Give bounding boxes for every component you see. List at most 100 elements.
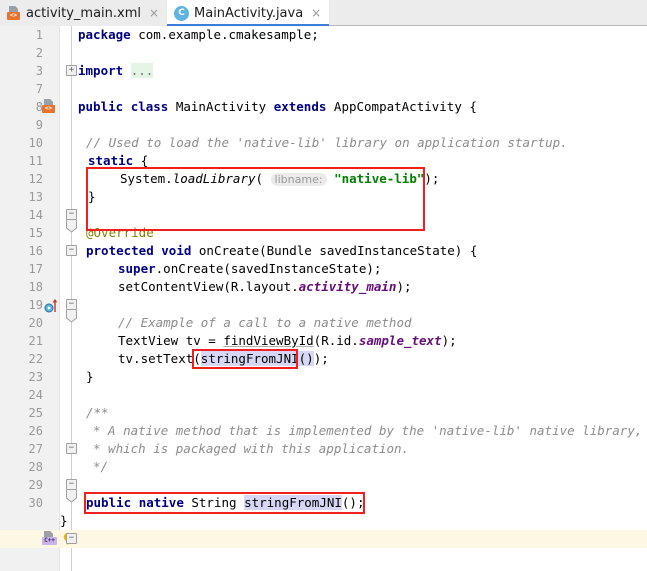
line-number: 21	[28, 334, 43, 348]
code-line-12[interactable]: System.loadLibrary( libname: "native-lib…	[120, 170, 439, 188]
fold-collapse-icon-javadoc[interactable]: −	[66, 479, 77, 490]
code-line-30[interactable]: }	[60, 512, 68, 530]
keyword-import: import	[78, 63, 124, 78]
settext-prefix: tv.setText(	[118, 351, 201, 366]
fold-collapse-icon-static-end[interactable]: −	[66, 245, 77, 256]
code-line-16[interactable]: protected void onCreate(Bundle savedInst…	[86, 242, 477, 260]
line-number	[0, 530, 43, 548]
code-line-18[interactable]: setContentView(R.layout.activity_main);	[118, 278, 412, 296]
paren-semicolon: );	[441, 333, 457, 348]
code-line-27[interactable]: * which is packaged with this applicatio…	[93, 440, 409, 458]
line-number: 15	[28, 226, 43, 240]
line-number	[0, 548, 43, 566]
fold-collapse-icon-static[interactable]: −	[66, 209, 77, 220]
oncreate-signature: onCreate(Bundle savedInstanceState) {	[198, 243, 478, 258]
code-line-13[interactable]: }	[88, 188, 96, 206]
super-oncreate-call: .onCreate(savedInstanceState);	[155, 261, 382, 276]
tab-mainactivity-java[interactable]: C MainActivity.java ×	[167, 0, 330, 26]
paren-open: (	[255, 171, 264, 186]
cpp-file-marker-icon[interactable]: C++	[42, 531, 58, 547]
code-line-10[interactable]: // Used to load the 'native-lib' library…	[86, 134, 568, 152]
r-id-prefix: (R.id.	[313, 333, 359, 348]
fold-expand-icon[interactable]: +	[66, 65, 77, 76]
xml-file-icon: <>	[7, 6, 21, 20]
code-line-29[interactable]: public native String stringFromJNI();	[86, 494, 364, 512]
stringfromjni-call[interactable]: stringFromJNI()	[200, 351, 314, 366]
code-line-20[interactable]: // Example of a call to a native method	[118, 314, 412, 332]
code-line-22[interactable]: tv.setText(stringFromJNI());	[118, 350, 329, 368]
line-number: 16	[28, 244, 43, 258]
line-number: 14	[28, 208, 43, 222]
brace-close: }	[88, 189, 96, 204]
code-line-3[interactable]: import ...	[78, 62, 154, 80]
code-line-17[interactable]: super.onCreate(savedInstanceState);	[118, 260, 381, 278]
code-line-21[interactable]: TextView tv = findViewById(R.id.sample_t…	[118, 332, 457, 350]
keyword-package: package	[78, 27, 131, 42]
line-number: 19	[28, 298, 43, 312]
line-number: 22	[28, 352, 43, 366]
line-number: 18	[28, 280, 43, 294]
declaration-semicolon: ();	[341, 495, 365, 510]
close-icon[interactable]: ×	[148, 7, 160, 19]
code-line-26[interactable]: * A native method that is implemented by…	[93, 422, 642, 440]
line-number: 8	[35, 100, 43, 114]
paren-semicolon: );	[396, 279, 412, 294]
code-editor[interactable]: 1 2 3 7 8 9 10 11 12 13 14 15 16 17 18 1…	[0, 26, 647, 571]
xml-file-marker-icon[interactable]: <>	[42, 99, 58, 115]
fold-collapse-icon-javadoc-end[interactable]: −	[66, 533, 77, 544]
string-native-lib: "native-lib"	[334, 171, 425, 186]
loadlibrary-method: loadLibrary	[172, 171, 256, 186]
code-line-1[interactable]: package com.example.cmakesample;	[78, 26, 319, 44]
line-number: 7	[35, 82, 43, 96]
code-line-23[interactable]: }	[86, 368, 94, 386]
textview-declaration: TextView tv =	[118, 333, 224, 348]
javadoc-line-1: * A native method that is implemented by…	[93, 423, 643, 438]
code-line-11[interactable]: static {	[88, 152, 148, 170]
comment-example-call: // Example of a call to a native method	[118, 315, 412, 330]
keyword-protected: protected	[86, 243, 154, 258]
keyword-public: public	[86, 495, 132, 510]
setcontentview-call: setContentView(R.layout.	[118, 279, 299, 294]
close-icon[interactable]: ×	[310, 7, 322, 19]
return-type-string: String	[191, 495, 237, 510]
line-number: 24	[28, 388, 43, 402]
line-number: 28	[28, 460, 43, 474]
line-number: 26	[28, 424, 43, 438]
line-number: 27	[28, 442, 43, 456]
findviewbyid-method: findViewById	[223, 333, 314, 348]
javadoc-close: */	[93, 459, 109, 474]
keyword-extends: extends	[273, 99, 327, 114]
brace-open: {	[140, 153, 149, 168]
tab-label: MainActivity.java	[194, 5, 304, 21]
superclass-name: AppCompatActivity {	[333, 99, 477, 114]
code-line-28[interactable]: */	[93, 458, 108, 476]
system-object: System.	[120, 171, 173, 186]
brace-close-class: }	[60, 513, 68, 528]
inlay-hint-libname: libname:	[270, 173, 327, 186]
override-method-icon[interactable]	[44, 297, 60, 313]
annotation-override: @Override	[86, 225, 154, 240]
line-number: 1	[35, 28, 43, 42]
stringfromjni-declaration[interactable]: stringFromJNI	[244, 495, 342, 510]
javadoc-line-2: * which is packaged with this applicatio…	[93, 441, 410, 456]
line-number	[0, 512, 43, 530]
keyword-native: native	[138, 495, 184, 510]
line-number: 23	[28, 370, 43, 384]
fold-collapse-icon-oncreate[interactable]: −	[66, 299, 77, 310]
package-name: com.example.cmakesample;	[130, 27, 319, 42]
folded-imports-placeholder[interactable]: ...	[130, 63, 154, 78]
tab-activity-main-xml[interactable]: <> activity_main.xml ×	[0, 0, 168, 26]
line-number: 30	[28, 496, 43, 510]
field-activity-main: activity_main	[298, 279, 397, 294]
fold-region-oncreate-body	[66, 310, 77, 323]
code-line-8[interactable]: public class MainActivity extends AppCom…	[78, 98, 477, 116]
code-line-25[interactable]: /**	[86, 404, 109, 422]
line-number: 11	[28, 154, 43, 168]
code-line-15[interactable]: @Override	[86, 224, 154, 242]
field-sample-text: sample_text	[358, 333, 442, 348]
line-number: 29	[28, 478, 43, 492]
fold-collapse-icon-oncreate-end[interactable]: −	[66, 443, 77, 454]
line-number: 25	[28, 406, 43, 420]
fold-region-javadoc-body	[66, 490, 77, 503]
ide-editor-window: <> activity_main.xml × C MainActivity.ja…	[0, 0, 647, 571]
